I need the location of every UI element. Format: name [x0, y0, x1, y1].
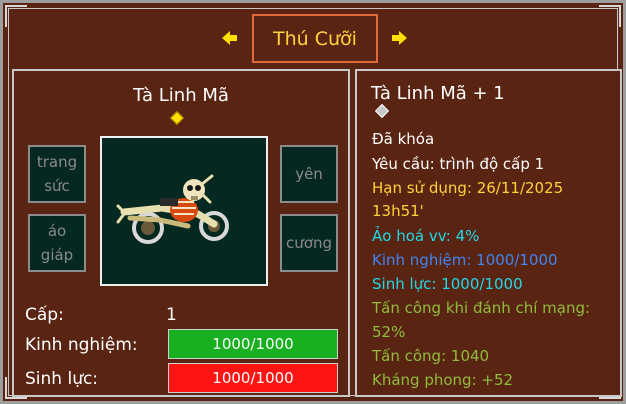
- hp-bar: 1000/1000: [168, 363, 338, 393]
- level-value: 1: [166, 305, 177, 325]
- detail-line: Hạn sử dụng: 26/11/2025: [372, 179, 564, 197]
- slot-label: cương: [286, 234, 332, 252]
- mount-window: Thú Cưỡi Tà Linh Mã trang sức áo giáp yê…: [0, 0, 626, 404]
- exp-bar: 1000/1000: [168, 329, 338, 359]
- gray-diamond-icon: [374, 103, 390, 119]
- mount-name: Tà Linh Mã: [133, 85, 229, 106]
- detail-line: Tấn công khi đánh chí mạng:: [372, 299, 591, 317]
- mount-panel: Tà Linh Mã trang sức áo giáp yên cương C…: [12, 69, 350, 397]
- slot-label: áo giáp: [40, 222, 74, 264]
- slot-label: trang sức: [36, 153, 78, 195]
- hp-label: Sinh lực:: [25, 369, 99, 389]
- equip-slot-reins[interactable]: cương: [280, 214, 338, 272]
- prev-page-button[interactable]: [222, 29, 238, 47]
- exp-label: Kinh nghiệm:: [25, 335, 138, 355]
- mount-portrait: [100, 136, 268, 286]
- next-page-button[interactable]: [391, 29, 407, 47]
- equip-slot-saddle[interactable]: yên: [280, 145, 338, 203]
- equip-slot-jewelry[interactable]: trang sức: [28, 145, 86, 203]
- exp-bar-text: 1000/1000: [212, 335, 294, 353]
- window-title: Thú Cưỡi: [252, 14, 378, 63]
- equip-slot-armor[interactable]: áo giáp: [28, 214, 86, 272]
- level-label: Cấp:: [25, 305, 64, 325]
- corner-ornament: [5, 5, 27, 27]
- detail-line: 52%: [372, 323, 406, 341]
- detail-line: Yêu cầu: trình độ cấp 1: [372, 155, 545, 173]
- yellow-diamond-icon: [169, 110, 185, 126]
- detail-line: Ảo hoá vv: 4%: [372, 227, 480, 245]
- detail-line: Đã khóa: [372, 130, 435, 148]
- item-detail-panel: Tà Linh Mã + 1 Đã khóa Yêu cầu: trình độ …: [355, 69, 622, 397]
- detail-line: Kháng phong: +52: [372, 371, 514, 389]
- slot-label: yên: [295, 165, 323, 183]
- detail-line: Sinh lực: 1000/1000: [372, 275, 523, 293]
- detail-line: Kinh nghiệm: 1000/1000: [372, 251, 558, 269]
- arrow-left-icon: [222, 31, 237, 45]
- detail-line: Tấn công: 1040: [372, 347, 490, 365]
- detail-title: Tà Linh Mã + 1: [371, 83, 505, 104]
- hp-bar-text: 1000/1000: [212, 369, 294, 387]
- window-title-text: Thú Cưỡi: [273, 27, 357, 50]
- skeleton-mount-image: [116, 174, 229, 244]
- arrow-right-icon: [392, 31, 407, 45]
- detail-line: 13h51': [372, 202, 424, 220]
- corner-ornament: [599, 5, 621, 27]
